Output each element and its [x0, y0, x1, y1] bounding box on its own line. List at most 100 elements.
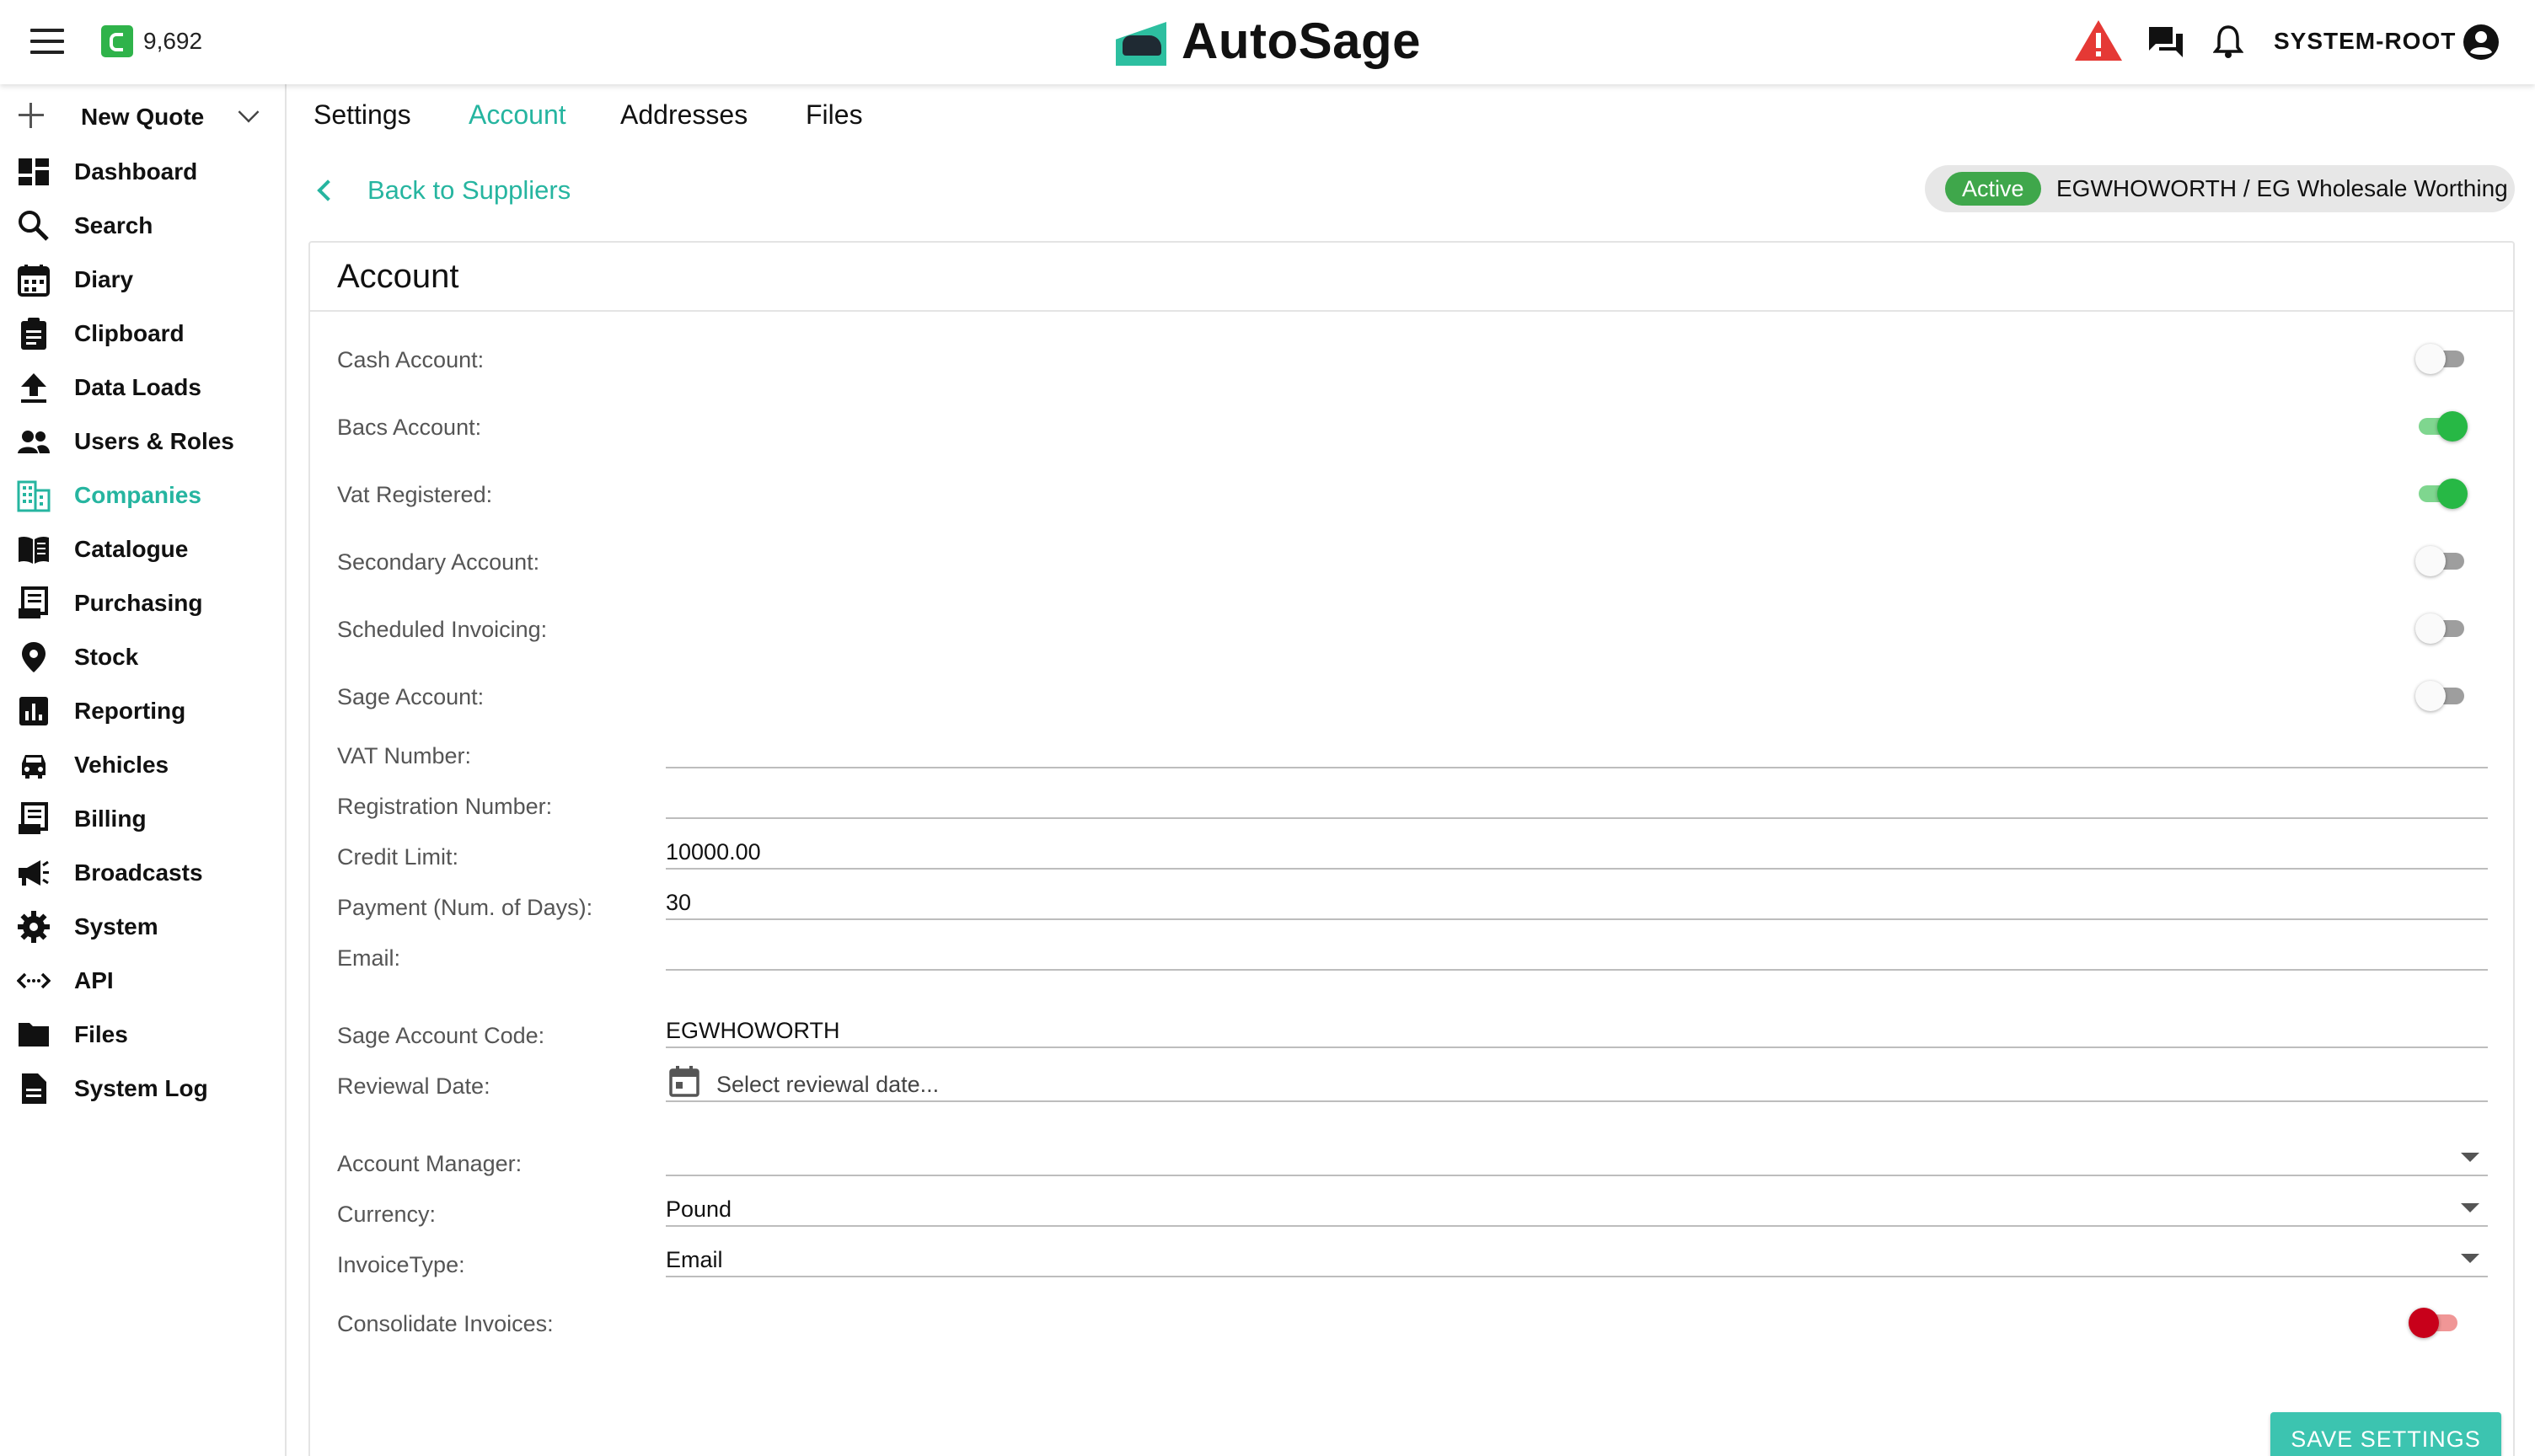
dropdown-arrow-icon	[2461, 1254, 2479, 1263]
invoice-type-value: Email	[666, 1247, 723, 1272]
sidebar-item-label: Diary	[74, 266, 134, 292]
upload-icon	[21, 373, 46, 403]
credit-icon	[101, 25, 133, 57]
invoice-type-select[interactable]: Email	[666, 1240, 2488, 1277]
tab-bar: Settings Account Addresses Files	[287, 84, 2535, 145]
save-settings-button[interactable]: SAVE SETTINGS	[2270, 1412, 2501, 1456]
panel-title: Account	[337, 258, 459, 295]
status-badge: Active	[1945, 172, 2041, 206]
consolidate-invoices-toggle[interactable]	[2409, 1306, 2463, 1340]
sidebar-item-system[interactable]: System	[0, 898, 285, 952]
payment-days-field[interactable]: 30	[666, 883, 2488, 920]
warning-icon[interactable]	[2073, 19, 2124, 62]
account-manager-select[interactable]	[666, 1139, 2488, 1176]
secondary-account-toggle[interactable]	[2415, 544, 2469, 578]
registration-number-field[interactable]	[666, 782, 2488, 819]
app-logo[interactable]: AutoSage	[1116, 7, 1421, 74]
bacs-account-label: Bacs Account:	[337, 415, 482, 440]
vat-number-label: VAT Number:	[337, 743, 472, 768]
cash-account-label: Cash Account:	[337, 347, 485, 372]
sidebar-item-clipboard[interactable]: Clipboard	[0, 305, 285, 359]
reviewal-date-picker[interactable]: Select reviewal date...	[666, 1062, 2488, 1102]
sidebar-item-label: System	[74, 913, 158, 939]
search-icon	[19, 211, 49, 241]
registration-number-label: Registration Number:	[337, 794, 553, 819]
sidebar-item-label: Files	[74, 1021, 128, 1047]
document-icon	[22, 1073, 46, 1104]
sidebar-item-stock[interactable]: Stock	[0, 629, 285, 682]
building-icon	[17, 480, 51, 512]
sage-account-toggle[interactable]	[2415, 679, 2469, 713]
sidebar-item-users-roles[interactable]: Users & Roles	[0, 413, 285, 467]
tab-account[interactable]: Account	[469, 99, 566, 146]
credit-value: 9,692	[143, 28, 203, 54]
sidebar-item-diary[interactable]: Diary	[0, 251, 285, 305]
vat-number-field[interactable]	[666, 731, 2488, 768]
sidebar-item-label: Billing	[74, 806, 147, 832]
dropdown-arrow-icon	[2461, 1203, 2479, 1212]
sidebar-item-label: Search	[74, 212, 153, 238]
sidebar-item-data-loads[interactable]: Data Loads	[0, 359, 285, 413]
code-icon	[17, 972, 51, 989]
tab-addresses[interactable]: Addresses	[620, 99, 748, 146]
car-icon	[22, 755, 46, 779]
currency-value: Pound	[666, 1196, 732, 1222]
reviewal-date-label: Reviewal Date:	[337, 1073, 490, 1099]
email-field[interactable]	[666, 934, 2488, 971]
email-label: Email:	[337, 945, 401, 971]
plus-icon	[19, 103, 44, 128]
credit-limit-value: 10000.00	[666, 839, 761, 864]
scheduled-invoicing-toggle[interactable]	[2415, 612, 2469, 645]
tab-files[interactable]: Files	[806, 99, 863, 146]
currency-select[interactable]: Pound	[666, 1190, 2488, 1227]
consolidate-invoices-label: Consolidate Invoices:	[337, 1311, 554, 1336]
sidebar-item-reporting[interactable]: Reporting	[0, 682, 285, 736]
back-to-suppliers-link[interactable]: Back to Suppliers	[312, 174, 571, 207]
account-panel: Account Cash Account: Bacs Account: Vat …	[308, 241, 2515, 1456]
account-circle-icon[interactable]	[2463, 24, 2500, 61]
chevron-down-icon[interactable]	[238, 101, 260, 123]
vat-registered-label: Vat Registered:	[337, 482, 493, 507]
sidebar-item-label: System Log	[74, 1075, 208, 1101]
sidebar-item-label: Vehicles	[74, 752, 169, 778]
calendar-icon	[18, 265, 50, 297]
chart-icon	[19, 697, 48, 725]
sidebar-item-vehicles[interactable]: Vehicles	[0, 736, 285, 790]
tab-settings[interactable]: Settings	[314, 99, 411, 146]
sidebar-item-api[interactable]: API	[0, 952, 285, 1006]
secondary-account-label: Secondary Account:	[337, 549, 540, 575]
sidebar-item-broadcasts[interactable]: Broadcasts	[0, 844, 285, 898]
people-icon	[18, 431, 50, 453]
sidebar: New Quote Dashboard Search Diary Clipboa…	[0, 84, 287, 1456]
book-icon	[19, 536, 49, 564]
new-quote-button[interactable]: New Quote	[0, 93, 285, 136]
invoice-type-label: InvoiceType:	[337, 1252, 465, 1277]
sidebar-nav: Dashboard Search Diary Clipboard Data Lo…	[0, 143, 285, 1114]
menu-icon[interactable]	[30, 29, 64, 56]
cash-account-toggle[interactable]	[2415, 342, 2469, 376]
top-bar: 9,692 AutoSage SYSTEM-ROOT	[0, 0, 2535, 84]
sidebar-item-purchasing[interactable]: Purchasing	[0, 575, 285, 629]
chat-icon[interactable]	[2147, 25, 2184, 59]
vat-registered-toggle[interactable]	[2415, 477, 2469, 511]
sidebar-item-search[interactable]: Search	[0, 197, 285, 251]
credit-limit-field[interactable]: 10000.00	[666, 832, 2488, 870]
sidebar-item-system-log[interactable]: System Log	[0, 1060, 285, 1114]
user-name[interactable]: SYSTEM-ROOT	[2274, 28, 2456, 55]
sidebar-item-label: Dashboard	[74, 158, 198, 185]
sage-account-code-field[interactable]: EGWHOWORTH	[666, 1011, 2488, 1048]
sidebar-item-label: Purchasing	[74, 590, 203, 616]
sidebar-item-companies[interactable]: Companies	[0, 467, 285, 521]
chevron-left-icon	[317, 179, 339, 201]
sidebar-item-label: Broadcasts	[74, 859, 203, 886]
sidebar-item-files[interactable]: Files	[0, 1006, 285, 1060]
sidebar-item-catalogue[interactable]: Catalogue	[0, 521, 285, 575]
sidebar-item-dashboard[interactable]: Dashboard	[0, 143, 285, 197]
sidebar-item-label: Reporting	[74, 698, 186, 724]
bell-icon[interactable]	[2213, 24, 2243, 59]
bacs-account-toggle[interactable]	[2415, 410, 2469, 443]
dashboard-icon	[19, 158, 49, 185]
sage-account-code-value: EGWHOWORTH	[666, 1018, 840, 1043]
calendar-icon[interactable]	[669, 1065, 699, 1097]
sidebar-item-billing[interactable]: Billing	[0, 790, 285, 844]
